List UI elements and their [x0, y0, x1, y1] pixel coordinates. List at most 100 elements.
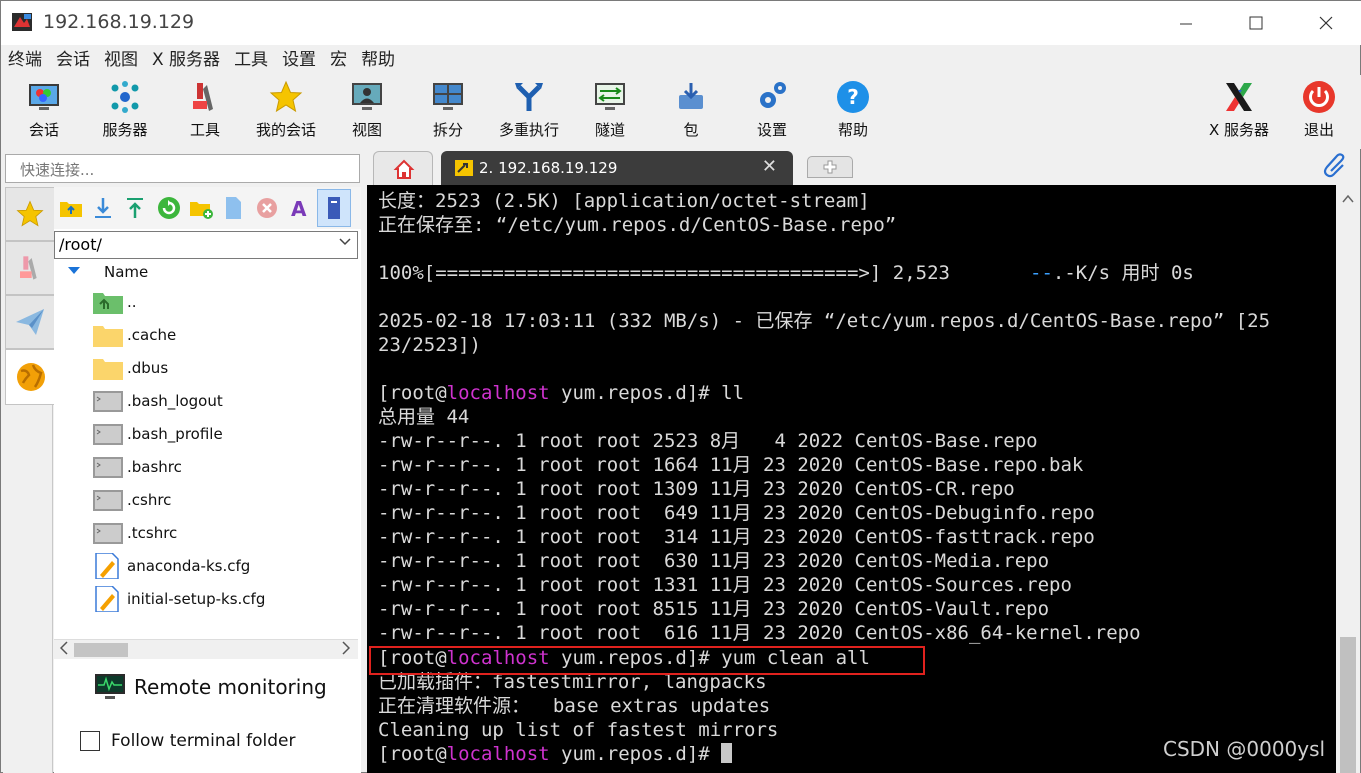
file-row[interactable]: .cshrc — [92, 483, 352, 516]
tunnel-button[interactable]: 隧道 — [570, 75, 650, 147]
rename-icon[interactable]: A — [287, 195, 313, 221]
sort-arrow-icon — [68, 265, 80, 278]
download-icon[interactable] — [90, 195, 116, 221]
file-row[interactable]: .bashrc — [92, 450, 352, 483]
terminal-view[interactable]: 长度：2523 (2.5K) [application/octet-stream… — [367, 185, 1336, 773]
file-row[interactable]: .dbus — [92, 351, 352, 384]
terminal-line: 100%[===================================… — [378, 261, 1194, 285]
terminal-line: 长度：2523 (2.5K) [application/octet-stream… — [378, 190, 870, 212]
view-icon — [352, 83, 382, 110]
folder-icon — [93, 359, 123, 380]
menu-terminal[interactable]: 终端 — [1, 47, 49, 73]
ls-row: -rw-r--r--. 1 root root 1309 11月 23 2020… — [378, 478, 1015, 500]
menu-tools[interactable]: 工具 — [227, 47, 275, 73]
file-row[interactable]: initial-setup-ks.cfg — [92, 582, 352, 615]
menu-view[interactable]: 视图 — [97, 47, 145, 73]
maximize-button[interactable] — [1233, 1, 1279, 45]
monitor-icon — [95, 674, 125, 699]
file-row[interactable]: .. — [92, 285, 352, 318]
session-tab-active[interactable]: 2. 192.168.19.129 ✕ — [441, 151, 793, 185]
my-sessions-label: 我的会话 — [255, 121, 316, 139]
tools-button[interactable]: 工具 — [165, 75, 245, 147]
terminal-file-icon — [93, 490, 123, 511]
power-icon — [1303, 81, 1335, 113]
scroll-thumb[interactable] — [74, 643, 128, 657]
minimize-button[interactable] — [1163, 1, 1209, 45]
menu-help[interactable]: 帮助 — [354, 47, 402, 73]
path-combo[interactable]: /root/ — [54, 231, 358, 259]
menu-settings[interactable]: 设置 — [275, 47, 323, 73]
file-name: .cshrc — [127, 491, 172, 509]
side-tab-tools[interactable] — [5, 241, 55, 295]
new-file-icon[interactable] — [220, 195, 246, 221]
menu-macros[interactable]: 宏 — [323, 47, 354, 73]
scroll-up-icon[interactable] — [1342, 193, 1354, 206]
progress-text: 100%[===================================… — [378, 262, 1031, 284]
file-name: .. — [127, 293, 137, 311]
help-button[interactable]: ? 帮助 — [813, 75, 893, 147]
scroll-right-icon[interactable] — [342, 641, 351, 659]
servers-button[interactable]: 服务器 — [85, 75, 165, 147]
terminal-line: Cleaning up list of fastest mirrors — [378, 719, 779, 741]
paperclip-icon[interactable] — [1323, 153, 1349, 179]
name-column-header[interactable]: Name — [54, 261, 354, 283]
scroll-thumb[interactable] — [1340, 637, 1356, 773]
terminal-line: 总用量 44 — [378, 406, 470, 428]
scroll-left-icon[interactable] — [59, 641, 68, 659]
settings-button[interactable]: 设置 — [732, 75, 812, 147]
menu-xserver[interactable]: X 服务器 — [145, 47, 227, 73]
follow-terminal-checkbox[interactable] — [80, 731, 100, 751]
side-tab-macros[interactable] — [5, 295, 55, 349]
side-tab-sftp[interactable] — [5, 349, 55, 405]
new-folder-icon[interactable] — [188, 195, 214, 221]
multiexec-button[interactable]: 多重执行 — [489, 75, 569, 147]
file-row[interactable]: anaconda-ks.cfg — [92, 549, 352, 582]
ls-row: -rw-r--r--. 1 root root 630 11月 23 2020 … — [378, 550, 1050, 572]
terminal-file-icon — [93, 457, 123, 478]
packages-button[interactable]: 包 — [651, 75, 731, 147]
sftp-toolbar: A — [54, 187, 361, 229]
ls-row: -rw-r--r--. 1 root root 1331 11月 23 2020… — [378, 574, 1072, 596]
prompt-line: [root@localhost yum.repos.d]# ll — [378, 381, 744, 405]
new-tab-button[interactable] — [807, 156, 853, 178]
multiexec-label: 多重执行 — [498, 121, 559, 139]
quick-connect-input[interactable]: 快速连接... — [5, 154, 360, 183]
menu-sessions[interactable]: 会话 — [49, 47, 97, 73]
toggle-panel-button[interactable] — [317, 189, 351, 227]
my-sessions-button[interactable]: 我的会话 — [246, 75, 326, 147]
tools-icon — [20, 256, 37, 280]
side-tab-sessions[interactable] — [5, 187, 55, 241]
split-button[interactable]: 拆分 — [408, 75, 488, 147]
close-button[interactable] — [1303, 1, 1349, 45]
remote-monitoring-button[interactable]: Remote monitoring — [94, 673, 354, 703]
delete-icon[interactable] — [254, 195, 280, 221]
parent-folder-icon[interactable] — [58, 195, 84, 221]
session-label: 会话 — [28, 121, 59, 139]
prompt-command: yum.repos.d]# ll — [549, 382, 745, 404]
svg-text:A: A — [291, 197, 307, 221]
refresh-icon[interactable] — [156, 195, 182, 221]
file-row[interactable]: .bash_profile — [92, 417, 352, 450]
chevron-down-icon[interactable] — [339, 235, 351, 251]
progress-dash: -- — [1030, 262, 1053, 284]
upload-icon[interactable] — [122, 195, 148, 221]
exit-label: 退出 — [1303, 121, 1334, 139]
tab-close-icon[interactable]: ✕ — [762, 156, 777, 177]
file-name: .tcshrc — [127, 524, 178, 542]
follow-terminal-folder[interactable]: Follow terminal folder — [80, 731, 340, 755]
file-name: anaconda-ks.cfg — [127, 557, 251, 575]
home-tab[interactable] — [373, 151, 433, 185]
xserver-button[interactable]: X 服务器 — [1199, 75, 1279, 147]
help-label: 帮助 — [837, 121, 868, 139]
file-name: .dbus — [127, 359, 169, 377]
file-row[interactable]: .tcshrc — [92, 516, 352, 549]
horizontal-scrollbar[interactable] — [54, 639, 358, 659]
session-icon — [29, 84, 59, 110]
prompt-line: [root@localhost yum.repos.d]# — [378, 742, 733, 766]
exit-button[interactable]: 退出 — [1279, 75, 1359, 147]
session-button[interactable]: 会话 — [4, 75, 84, 147]
terminal-scrollbar[interactable] — [1336, 185, 1360, 773]
file-row[interactable]: .cache — [92, 318, 352, 351]
view-button[interactable]: 视图 — [327, 75, 407, 147]
file-row[interactable]: .bash_logout — [92, 384, 352, 417]
